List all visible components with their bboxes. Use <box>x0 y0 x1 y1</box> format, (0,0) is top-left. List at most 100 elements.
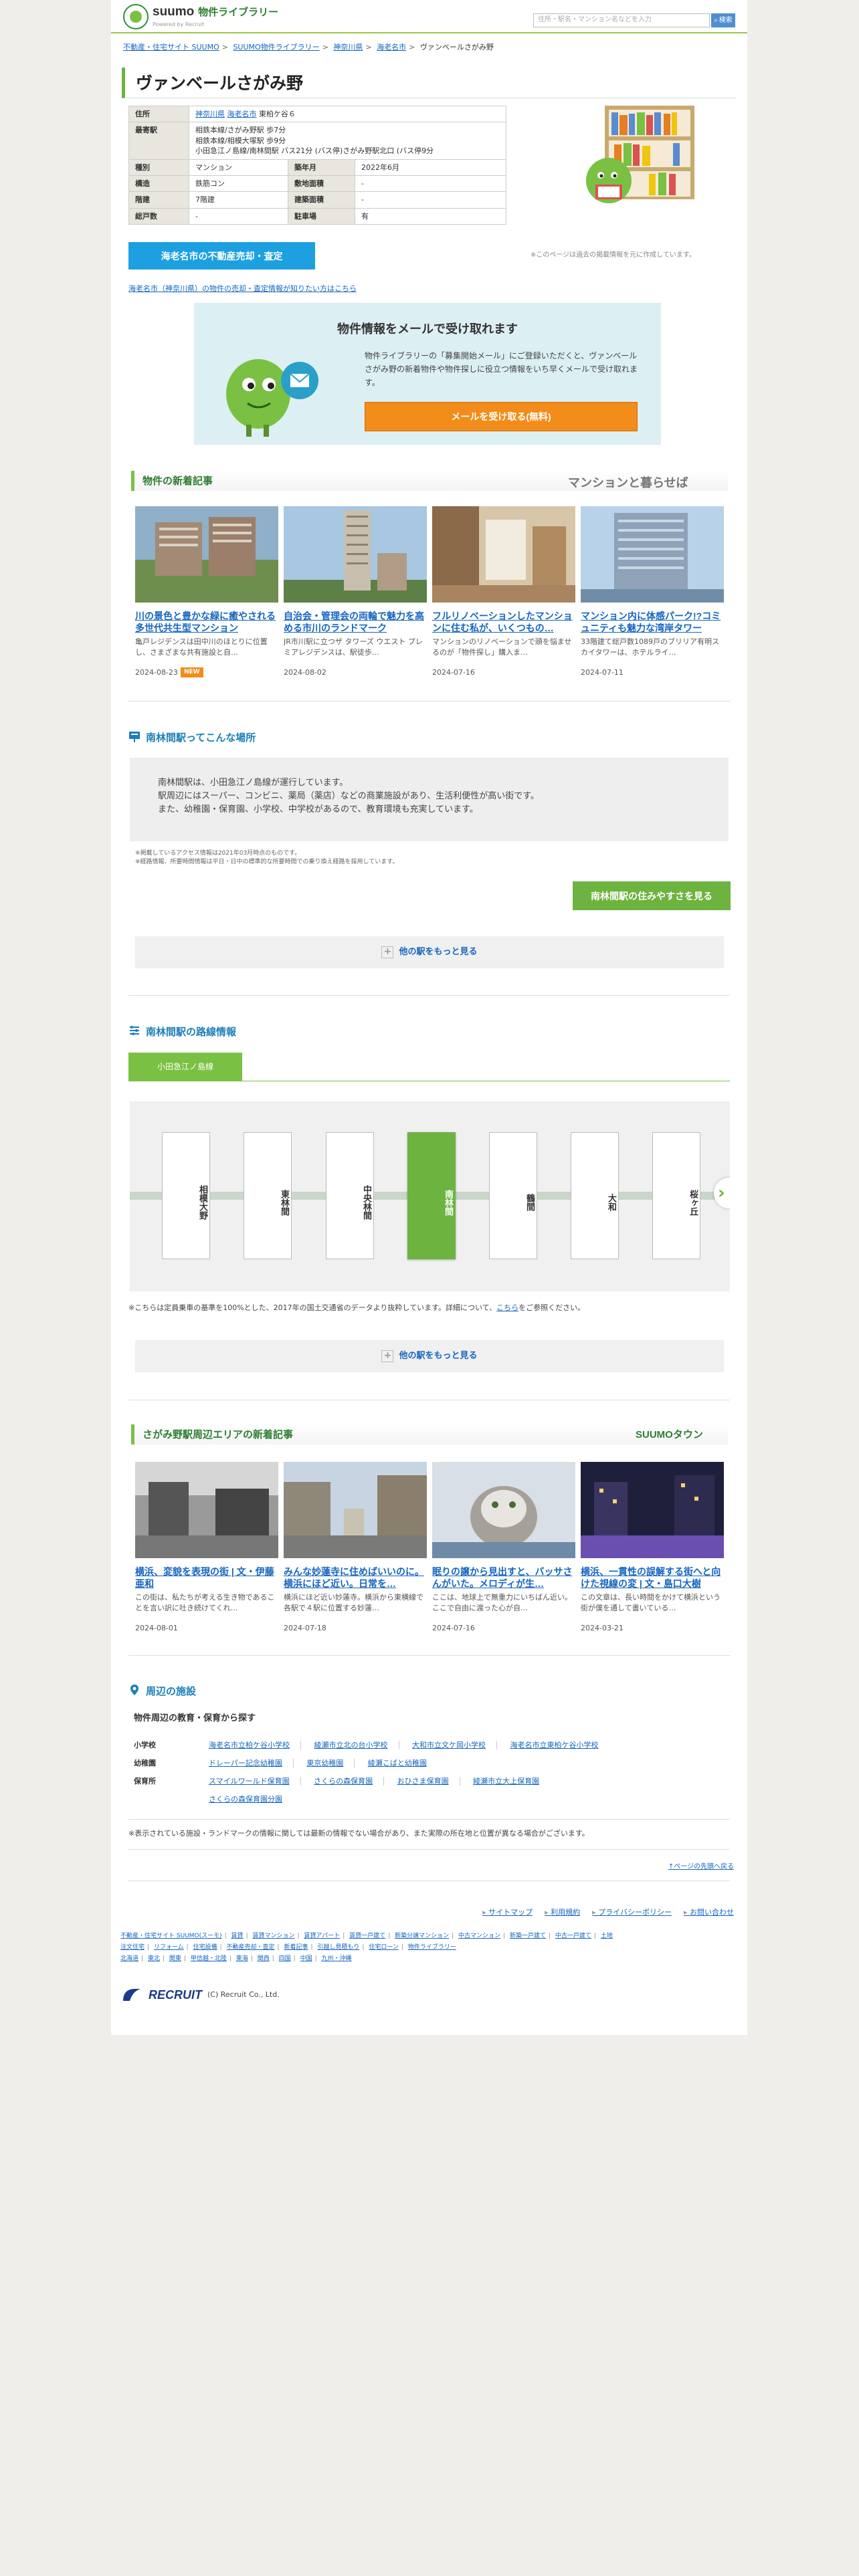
article-date-row: 2024-07-16 <box>432 667 575 677</box>
article-title[interactable]: フルリノベーションしたマンションに住む私が、いくつもの… <box>432 610 575 634</box>
breadcrumb-top[interactable]: 不動産・住宅サイト SUUMO <box>123 43 219 51</box>
footer-small-link[interactable]: 東海 <box>236 1955 248 1962</box>
footer-small-link[interactable]: 引越し見積もり <box>317 1944 359 1951</box>
area-article-card[interactable]: 眠りの譲から見出すと、バッサさんがいた。メロディが生… ここは、地球上で無重力に… <box>432 1462 575 1633</box>
footer-small-link[interactable]: 新着記事 <box>284 1944 308 1951</box>
footer-small-link[interactable]: 中国 <box>300 1955 312 1962</box>
footer-small-link[interactable]: リフォーム <box>154 1944 184 1951</box>
page-top-link[interactable]: ↑ページの先頭へ戻る <box>668 1862 734 1872</box>
footer-link-sitemap[interactable]: サイトマップ <box>482 1907 533 1917</box>
article-photo <box>284 506 427 603</box>
route-station-current[interactable]: 南林間 <box>407 1132 456 1259</box>
area-article-card[interactable]: 横浜、変貌を表現の街 | 文・伊藤亜和 この街は、私たちが考える生き物であること… <box>135 1462 278 1633</box>
footer-small-link[interactable]: 賃貸 <box>231 1933 244 1939</box>
row-label: 階建 <box>128 191 189 209</box>
footer-small-link[interactable]: 四国 <box>279 1955 291 1962</box>
facility-link[interactable]: 海老名市立東柏ケ谷小学校 <box>510 1741 609 1749</box>
mail-subscribe-button[interactable]: メールを受け取る(無料) <box>365 402 638 431</box>
logo-main: suumo <box>153 5 195 19</box>
facility-link[interactable]: 綾瀬こばと幼稚園 <box>368 1759 438 1767</box>
footer-small-link[interactable]: 甲信越・北陸 <box>191 1955 227 1962</box>
route-station[interactable]: 中央林間 <box>326 1132 374 1259</box>
article-card[interactable]: マンション内に体感パーク!?コミュニティも魅力な湾岸タワー 33階建て総戸数10… <box>581 506 724 677</box>
area-article-card[interactable]: 横浜、一貫性の誤解する街へと向けた視線の変 | 文・島口大樹 この文章は、長い時… <box>581 1462 724 1633</box>
route-station[interactable]: 東林間 <box>244 1132 292 1259</box>
route-station[interactable]: 鶴間 <box>489 1132 537 1259</box>
footer-small-link[interactable]: 新築一戸建て <box>510 1933 546 1939</box>
address-link-prefecture[interactable]: 神奈川県 <box>195 110 225 118</box>
article-title[interactable]: みんな妙蓮寺に住めばいいのに。横浜にほど近い。日常を… <box>284 1566 427 1590</box>
article-title[interactable]: 自治会・管理会の両輪で魅力を高める市川のランドマーク <box>284 610 427 634</box>
facility-link[interactable]: おひさま保育園 <box>397 1776 460 1786</box>
breadcrumb-current: ヴァンベールさがみ野 <box>419 43 494 51</box>
footer-small-link[interactable]: 関西 <box>258 1955 270 1962</box>
article-title[interactable]: 眠りの譲から見出すと、バッサさんがいた。メロディが生… <box>432 1566 575 1590</box>
footer-small-link[interactable]: 中古マンション <box>458 1933 500 1939</box>
article-title[interactable]: マンション内に体感パーク!?コミュニティも魅力な湾岸タワー <box>581 610 724 634</box>
article-date: 2024-08-01 <box>135 1623 178 1632</box>
route-station[interactable]: 相模大野 <box>162 1132 210 1259</box>
facility-link[interactable]: 綾瀬市立大上保育園 <box>473 1777 550 1786</box>
map-pin-icon <box>130 1685 138 1695</box>
facility-link[interactable]: 海老名市立柏ケ谷小学校 <box>209 1740 301 1749</box>
footer-row: 北海道 | 東北 | 関東 | 甲信越・北陸 | 東海 | 関西 | 四国 | 中国 | 九州・… <box>120 1955 352 1962</box>
facility-link[interactable]: さくらの森保育園 <box>314 1776 385 1786</box>
facility-link[interactable]: 大和市立文ケ岡小学校 <box>412 1740 497 1749</box>
breadcrumb-city[interactable]: 海老名市 <box>377 43 406 51</box>
footer-small-link[interactable]: 注文住宅 <box>120 1944 145 1951</box>
search-button[interactable]: ⌕ 検索 <box>711 13 735 27</box>
footer-small-link[interactable]: 東北 <box>148 1955 160 1962</box>
area-article-card[interactable]: みんな妙蓮寺に住めばいいのに。横浜にほど近い。日常を… 横浜にほど近い妙蓮寺。横… <box>284 1462 427 1633</box>
footer-link-terms[interactable]: 利用規約 <box>545 1907 580 1917</box>
footer-link-contact[interactable]: お問い合わせ <box>684 1907 734 1917</box>
search-button-label: 検索 <box>719 16 733 24</box>
route-heading: 南林間駅の路線情報 <box>128 1022 236 1042</box>
more-stations-button[interactable]: + 他の駅をもっと見る <box>135 936 724 968</box>
footer-small-link[interactable]: 不動産・住宅サイト SUUMO(スーモ) <box>120 1933 222 1939</box>
route-station[interactable]: 大和 <box>571 1132 619 1259</box>
tab-line-odakyu[interactable]: 小田急江ノ島線 <box>128 1053 242 1081</box>
footer-small-link[interactable]: 九州・沖縄 <box>322 1955 352 1962</box>
footer-small-link[interactable]: 賃貸マンション <box>252 1933 294 1939</box>
route-station[interactable]: 桜ヶ丘 <box>652 1132 700 1259</box>
facilities-subheading: 物件周辺の教育・保育から探す <box>134 1713 256 1723</box>
congestion-detail-link[interactable]: こちら <box>496 1303 518 1312</box>
article-card[interactable]: フルリノベーションしたマンションに住む私が、いくつもの… マンションのリノベーシ… <box>432 506 575 677</box>
facility-type: 小学校 <box>134 1740 156 1749</box>
footer-small-link[interactable]: 北海道 <box>120 1955 138 1962</box>
footer-link-privacy[interactable]: プライバシーポリシー <box>592 1907 672 1917</box>
footer-small-link[interactable]: 物件ライブラリー <box>408 1944 456 1951</box>
address-label: 住所 <box>128 105 189 123</box>
facility-link[interactable]: さくらの森保育園分園 <box>209 1795 293 1804</box>
sale-info-link[interactable]: 海老名市（神奈川県）の物件の売却・査定情報が知りたい方はこちら <box>128 284 357 294</box>
footer-small-link[interactable]: 賃貸アパート <box>304 1933 340 1939</box>
footer-small-link[interactable]: 住宅ローン <box>369 1944 399 1951</box>
article-photo <box>432 1462 575 1558</box>
search-input[interactable]: 住所・駅名・マンション名などを入力 <box>533 13 710 27</box>
article-title[interactable]: 横浜、変貌を表現の街 | 文・伊藤亜和 <box>135 1566 278 1590</box>
address-link-city[interactable]: 海老名市 <box>227 110 257 118</box>
footer-small-link[interactable]: 賃貸一戸建て <box>349 1933 385 1939</box>
livability-button[interactable]: 南林間駅の住みやすさを見る <box>573 881 731 910</box>
footer-small-link[interactable]: 住宅設備 <box>193 1944 217 1951</box>
article-card[interactable]: 川の景色と豊かな緑に癒やされる多世代共生型マンション 亀戸レジデンスは田中川のほ… <box>135 506 278 677</box>
footer-small-link[interactable]: 不動産売却・査定 <box>227 1944 275 1951</box>
facility-link[interactable]: 東京幼稚園 <box>306 1758 355 1767</box>
sale-assessment-button[interactable]: 海老名市の不動産売却・査定 <box>128 242 315 270</box>
footer-small-link[interactable]: 関東 <box>169 1955 181 1962</box>
footer-small-link[interactable]: 土地 <box>601 1933 613 1939</box>
site-logo[interactable]: suumo 物件ライブラリー Powered by Recruit <box>123 4 278 29</box>
chevron-right-icon[interactable]: › <box>714 1178 730 1208</box>
facility-link[interactable]: スマイルワールド保育園 <box>209 1776 301 1786</box>
facility-link[interactable]: ドレーパー記念幼稚園 <box>209 1758 294 1767</box>
facility-link[interactable]: 綾瀬市立北の台小学校 <box>314 1740 399 1749</box>
breadcrumb-prefecture[interactable]: 神奈川県 <box>333 43 363 51</box>
article-card[interactable]: 自治会・管理会の両輪で魅力を高める市川のランドマーク JR市川駅に立つザ タワー… <box>284 506 427 677</box>
article-title[interactable]: 横浜、一貫性の誤解する街へと向けた視線の変 | 文・島口大樹 <box>581 1566 724 1590</box>
footer-small-link[interactable]: 中古一戸建て <box>555 1933 591 1939</box>
more-stations-button[interactable]: + 他の駅をもっと見る <box>135 1340 724 1372</box>
footer-small-link[interactable]: 新築分譲マンション <box>395 1933 449 1939</box>
article-title[interactable]: 川の景色と豊かな緑に癒やされる多世代共生型マンション <box>135 610 278 634</box>
breadcrumb-library[interactable]: SUUMO物件ライブラリー <box>233 43 319 51</box>
header: suumo 物件ライブラリー Powered by Recruit 住所・駅名・… <box>111 0 747 33</box>
